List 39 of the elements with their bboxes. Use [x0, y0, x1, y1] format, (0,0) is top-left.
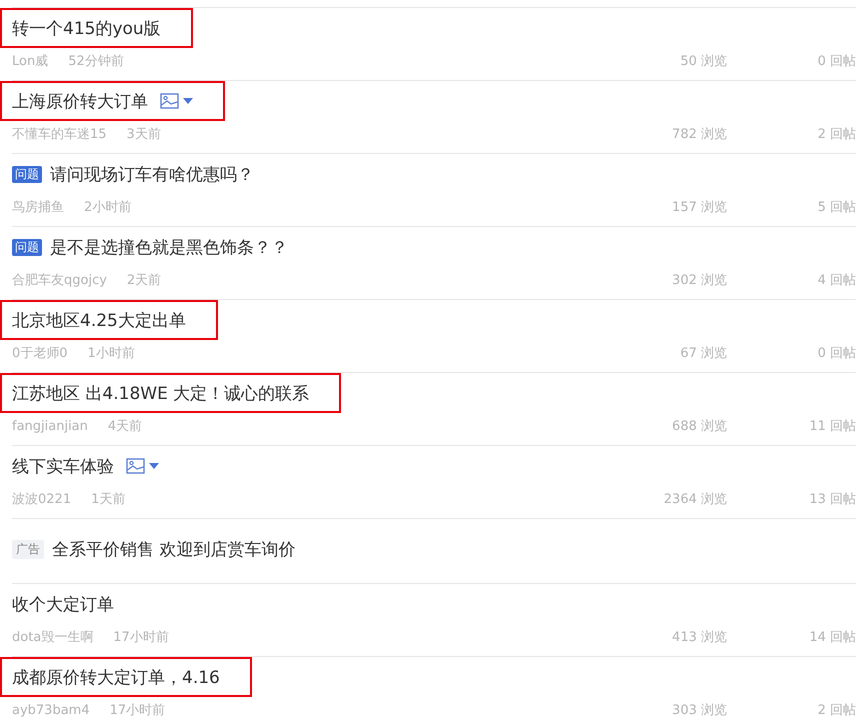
- post-tag: 广告: [12, 540, 44, 558]
- view-count: 688 浏览: [672, 418, 727, 435]
- post-title[interactable]: 收个大定订单: [12, 592, 114, 616]
- post-time: 4天前: [108, 418, 142, 435]
- image-icon: [126, 458, 145, 474]
- reply-count: 5 回帖: [816, 199, 856, 216]
- post-time: 17小时前: [113, 629, 169, 646]
- post-time: 2小时前: [84, 199, 132, 216]
- reply-count: 4 回帖: [816, 272, 856, 289]
- post-time: 2天前: [126, 272, 162, 289]
- post-time: 3天前: [126, 126, 161, 143]
- post-title[interactable]: 请问现场订车有啥优惠吗？: [50, 162, 254, 186]
- post-tag: 问题: [12, 238, 42, 256]
- caret-icon[interactable]: [183, 98, 193, 104]
- post-title[interactable]: 全系平价销售 欢迎到店赏车询价: [52, 538, 296, 560]
- post-tag: 问题: [12, 166, 42, 182]
- reply-count: 0 回帖: [816, 53, 856, 70]
- reply-count: 2 回帖: [816, 702, 856, 719]
- post-time: 1小时前: [88, 345, 135, 362]
- reply-count: 2 回帖: [816, 126, 856, 143]
- caret-icon[interactable]: [149, 463, 159, 469]
- reply-count: 14 回帖: [808, 629, 856, 646]
- reply-count: 13 回帖: [808, 491, 856, 508]
- reply-count: 0 回帖: [816, 345, 856, 362]
- post-time: 1天前: [91, 491, 126, 508]
- view-count: 782 浏览: [672, 126, 727, 143]
- post-title[interactable]: 是不是选撞色就是黑色饰条？？: [50, 236, 288, 258]
- view-count: 413 浏览: [672, 629, 727, 646]
- image-icon: [160, 93, 179, 109]
- view-count: 157 浏览: [672, 199, 727, 216]
- view-count: 67 浏览: [680, 345, 727, 362]
- post-time: 17小时前: [110, 702, 166, 719]
- reply-count: 11 回帖: [808, 418, 856, 435]
- post-time: 52分钟前: [68, 53, 124, 70]
- view-count: 2364 浏览: [664, 491, 727, 508]
- view-count: 302 浏览: [672, 272, 727, 289]
- view-count: 50 浏览: [680, 53, 727, 70]
- view-count: 303 浏览: [672, 702, 727, 719]
- post-title[interactable]: 线下实车体验: [12, 454, 114, 478]
